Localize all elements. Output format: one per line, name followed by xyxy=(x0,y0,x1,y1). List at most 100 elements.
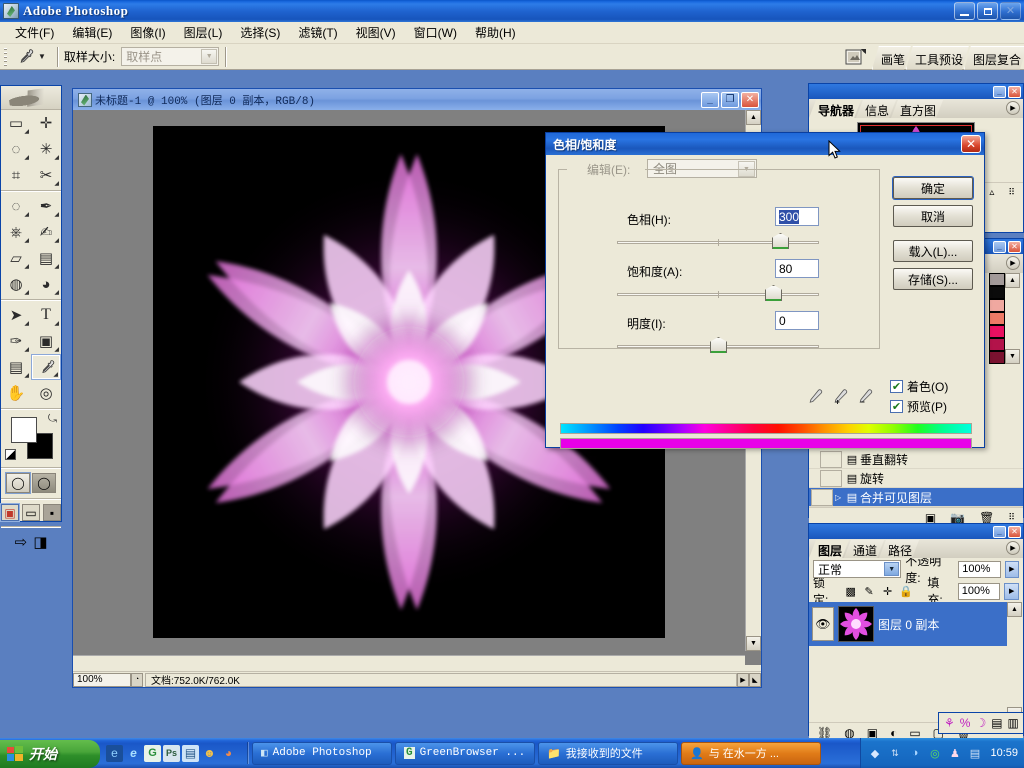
scroll-up-button[interactable]: ▲ xyxy=(746,110,761,125)
navigator-resize-grip[interactable]: ⠿ xyxy=(1008,187,1015,198)
swap-colors-icon[interactable]: ⤿ xyxy=(48,413,57,426)
lock-position-icon[interactable]: ✛ xyxy=(880,584,894,599)
blur-tool[interactable]: ◍ ◢ xyxy=(1,271,31,297)
chevron-down-icon[interactable]: ▼ xyxy=(884,562,900,576)
keyboard-icon[interactable]: ▤ xyxy=(991,716,1002,730)
swatch-crimson[interactable] xyxy=(989,338,1005,351)
document-close-button[interactable]: ✕ xyxy=(741,91,759,108)
app-minimize-button[interactable] xyxy=(954,2,975,20)
default-colors-icon[interactable] xyxy=(5,449,16,460)
layers-minimize-button[interactable]: _ xyxy=(993,525,1006,538)
hand-tool[interactable]: ✋ xyxy=(1,380,31,406)
tab-navigator[interactable]: 导航器 xyxy=(809,100,861,118)
history-snapshot-checkbox[interactable] xyxy=(811,488,833,506)
menu-item-filter[interactable]: 滤镜(T) xyxy=(289,22,346,43)
lock-all-icon[interactable]: 🔒 xyxy=(899,584,913,599)
dodge-tool[interactable]: ◕ ◢ xyxy=(31,271,61,297)
lock-transparent-icon[interactable]: ▩ xyxy=(843,584,857,599)
task-qq-chat[interactable]: 👤 与 在水一方 ... xyxy=(681,741,821,765)
standard-mode-button[interactable]: ◯ xyxy=(6,473,30,493)
move-tool[interactable]: ✛ xyxy=(31,110,61,136)
healing-brush-tool[interactable]: ◌ ◢ xyxy=(1,193,31,219)
chevron-down-icon[interactable]: ▼ xyxy=(201,49,218,64)
history-snapshot-checkbox[interactable] xyxy=(820,450,842,468)
toolbox-header[interactable] xyxy=(1,86,61,110)
history-close-button[interactable]: ✕ xyxy=(1008,240,1021,253)
edit-channel-select[interactable]: 全图 ▼ xyxy=(647,159,757,178)
browser-icon[interactable]: e xyxy=(125,745,142,762)
lightness-field[interactable]: 0 xyxy=(775,311,819,330)
fill-slider-arrow-icon[interactable]: ▶ xyxy=(1004,582,1019,600)
jump-to-imageready-icon[interactable]: ⇨ xyxy=(15,533,28,551)
rectangle-tool[interactable]: ▣ ◢ xyxy=(31,328,61,354)
eyedropper-tool[interactable]: ◢ xyxy=(31,354,61,380)
history-brush-tool[interactable]: ✍ ◢ xyxy=(31,219,61,245)
layers-scrollbar[interactable]: ▲ ▼ xyxy=(1007,602,1023,722)
lock-image-icon[interactable]: ✎ xyxy=(862,584,876,599)
status-preview-icon[interactable]: ◔ xyxy=(131,672,143,687)
menu-item-select[interactable]: 选择(S) xyxy=(231,22,289,43)
tab-layers[interactable]: 图层 xyxy=(809,540,849,558)
clone-stamp-tool[interactable]: ⎈ ◢ xyxy=(1,219,31,245)
swatches-scroll-down-button[interactable]: ▼ xyxy=(1005,349,1020,364)
jump-to-icon[interactable]: ◨ xyxy=(33,533,47,551)
qq-icon[interactable]: ♟ xyxy=(947,746,962,761)
monitor-icon[interactable]: ▤ xyxy=(967,746,982,761)
swatch-gray[interactable] xyxy=(989,273,1005,286)
shield-icon[interactable]: ◑ xyxy=(907,746,922,761)
document-titlebar[interactable]: 未标题-1 @ 100% (图层 0 副本，RGB/8) _ ❐ ✕ xyxy=(73,89,761,110)
tab-channels[interactable]: 通道 xyxy=(844,540,884,558)
ok-button[interactable]: 确定 xyxy=(893,177,973,199)
zoom-level-field[interactable]: 100% xyxy=(73,672,131,687)
quickmask-mode-button[interactable]: ◯ xyxy=(32,473,56,493)
navigator-palette-titlebar[interactable]: _ ✕ xyxy=(809,84,1023,99)
pen-tool[interactable]: ✑ ◢ xyxy=(1,328,31,354)
dialog-close-button[interactable]: ✕ xyxy=(961,135,981,153)
history-snapshot-checkbox[interactable] xyxy=(820,469,842,487)
greenbrowser-icon[interactable]: G xyxy=(144,744,161,762)
antivirus-icon[interactable]: ◎ xyxy=(927,746,942,761)
document-minimize-button[interactable]: _ xyxy=(701,91,719,108)
percent-icon[interactable]: % xyxy=(960,716,971,730)
layers-scroll-up-button[interactable]: ▲ xyxy=(1007,602,1022,617)
preview-checkbox[interactable]: ✔ 预览(P) xyxy=(890,398,947,415)
palette-tab-brushes[interactable]: 画笔 xyxy=(872,46,911,70)
canvas-horizontal-scrollbar[interactable] xyxy=(73,655,745,671)
brush-tool[interactable]: ✒ ◢ xyxy=(31,193,61,219)
history-item-rotate[interactable]: ▤ 旋转 xyxy=(809,469,1023,488)
slice-tool[interactable]: ✂ ◢ xyxy=(31,162,61,188)
menu-item-file[interactable]: 文件(F) xyxy=(6,22,63,43)
cancel-button[interactable]: 取消 xyxy=(893,205,973,227)
warp-text-icon[interactable]: ⚘ xyxy=(944,716,955,730)
eraser-tool[interactable]: ▱ ◢ xyxy=(1,245,31,271)
tool-preset-chevron-down-icon[interactable]: ▼ xyxy=(38,52,46,61)
status-resize-grip[interactable]: ◣ xyxy=(749,672,761,687)
crop-tool[interactable]: ⌗ xyxy=(1,162,31,188)
document-icon[interactable]: ▥ xyxy=(1008,716,1019,730)
saturation-slider-track[interactable] xyxy=(617,291,819,298)
zoom-tool[interactable]: ◎ xyxy=(31,380,61,406)
magic-wand-tool[interactable]: ✳ ◢ xyxy=(31,136,61,162)
file-browser-icon[interactable] xyxy=(844,45,868,69)
menu-item-image[interactable]: 图像(I) xyxy=(121,22,174,43)
swatch-maroon[interactable] xyxy=(989,351,1005,364)
sample-size-select[interactable]: 取样点 ▼ xyxy=(121,47,220,66)
swatch-coral[interactable] xyxy=(989,312,1005,325)
saturation-slider-thumb[interactable] xyxy=(765,285,782,301)
menu-item-edit[interactable]: 编辑(E) xyxy=(63,22,121,43)
layer-visibility-eye-icon[interactable]: 👁 xyxy=(812,607,834,641)
moon-icon[interactable]: ☽ xyxy=(975,716,986,730)
opacity-slider-arrow-icon[interactable]: ▶ xyxy=(1004,560,1019,578)
hue-field[interactable]: 300 xyxy=(775,207,819,226)
hue-slider-thumb[interactable] xyxy=(772,233,789,249)
navigator-minimize-button[interactable]: _ xyxy=(993,85,1006,98)
eyedropper-icon[interactable] xyxy=(804,387,824,407)
app-icon[interactable]: ◕ xyxy=(220,745,237,762)
task-greenbrowser[interactable]: G GreenBrowser ... xyxy=(395,741,535,765)
gradient-tool[interactable]: ▤ ◢ xyxy=(31,245,61,271)
options-bar-grip[interactable] xyxy=(2,45,9,68)
type-tool[interactable]: T ◢ xyxy=(31,302,61,328)
swatch-pink[interactable] xyxy=(989,325,1005,338)
zoom-out-icon[interactable]: ▵ xyxy=(989,187,994,198)
palette-tab-tool-presets[interactable]: 工具预设 xyxy=(906,46,969,70)
